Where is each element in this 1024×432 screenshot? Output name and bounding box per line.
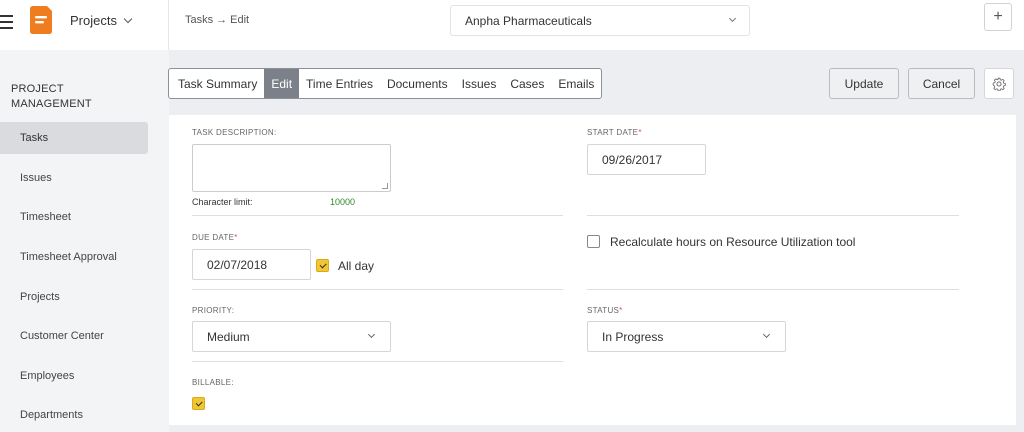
breadcrumb-arrow-icon: → — [216, 14, 228, 26]
required-marker: * — [234, 233, 238, 242]
module-switcher[interactable]: Projects — [70, 13, 133, 28]
sidebar-item-departments[interactable]: Departments — [0, 399, 148, 431]
record-tabs: Task Summary Edit Time Entries Documents… — [168, 68, 603, 99]
sidebar-item-label: Issues — [20, 172, 52, 184]
sidebar-item-label: Tasks — [20, 132, 49, 144]
tab-time-entries[interactable]: Time Entries — [299, 69, 380, 98]
sidebar-item-employees[interactable]: Employees — [0, 360, 148, 392]
sidebar-item-timesheet[interactable]: Timesheet — [0, 201, 148, 233]
tab-emails[interactable]: Emails — [551, 69, 601, 98]
sidebar-item-issues[interactable]: Issues — [0, 162, 148, 194]
start-date-value: 09/26/2017 — [602, 152, 663, 167]
status-value: In Progress — [602, 329, 664, 344]
required-marker: * — [638, 128, 642, 137]
billable-label: BILLABLE: — [192, 378, 234, 387]
resize-handle-icon[interactable] — [382, 183, 388, 189]
sidebar-item-label: Departments — [20, 409, 83, 421]
divider — [192, 215, 563, 216]
due-date-label: DUE DATE* — [192, 233, 238, 242]
top-bar: Projects Tasks → Edit Anpha Pharmaceutic… — [0, 0, 1024, 50]
task-description-label: TASK DESCRIPTION: — [192, 128, 277, 137]
module-label: Projects — [70, 13, 117, 28]
company-select[interactable]: Anpha Pharmaceuticals — [450, 5, 750, 36]
sidebar-item-label: Employees — [20, 370, 75, 382]
start-date-label: START DATE* — [587, 128, 642, 137]
tab-edit[interactable]: Edit — [264, 69, 300, 98]
sidebar-item-tasks[interactable]: Tasks — [0, 122, 148, 154]
chevron-down-icon — [762, 330, 771, 339]
divider — [587, 289, 959, 290]
sidebar-item-customer-center[interactable]: Customer Center — [0, 320, 148, 352]
required-marker: * — [619, 306, 623, 315]
breadcrumb-current: Edit — [230, 14, 250, 26]
tab-issues[interactable]: Issues — [455, 69, 504, 98]
due-date-input[interactable]: 02/07/2018 — [192, 249, 311, 280]
company-select-value: Anpha Pharmaceuticals — [465, 13, 592, 28]
divider — [192, 289, 563, 290]
divider — [192, 361, 563, 362]
recalculate-hours-label: Recalculate hours on Resource Utilizatio… — [610, 235, 856, 249]
update-button[interactable]: Update — [829, 68, 899, 99]
breadcrumb-tasks-link[interactable]: Tasks — [185, 14, 213, 26]
sidebar-item-projects[interactable]: Projects — [0, 281, 148, 313]
gear-icon — [992, 77, 1006, 91]
sidebar-title: PROJECT MANAGEMENT — [11, 83, 92, 110]
checkmark-icon — [319, 261, 326, 268]
start-date-label-text: START DATE — [587, 128, 639, 137]
divider — [587, 215, 959, 216]
chevron-down-icon — [728, 14, 737, 23]
sidebar-item-timesheet-approval[interactable]: Timesheet Approval — [0, 241, 148, 273]
task-description-textarea[interactable] — [192, 144, 391, 192]
recalculate-hours-checkbox[interactable] — [587, 235, 600, 248]
billable-checkbox[interactable] — [192, 397, 205, 410]
sidebar-item-label: Timesheet Approval — [20, 251, 117, 263]
sidebar-item-label: Customer Center — [20, 330, 104, 342]
task-edit-form: TASK DESCRIPTION: Character limit: 10000… — [169, 115, 1016, 425]
priority-label: PRIORITY: — [192, 306, 235, 315]
status-select[interactable]: In Progress — [587, 321, 786, 352]
menu-icon[interactable] — [0, 15, 14, 29]
char-limit-value: 10000 — [330, 197, 356, 207]
sidebar: PROJECT MANAGEMENT Tasks Issues Timeshee… — [0, 50, 169, 432]
cancel-button[interactable]: Cancel — [908, 68, 975, 99]
tab-cases[interactable]: Cases — [503, 69, 551, 98]
char-limit-label: Character limit: — [192, 197, 253, 207]
priority-value: Medium — [207, 329, 250, 344]
sidebar-item-label: Timesheet — [20, 211, 71, 223]
sidebar-item-label: Projects — [20, 291, 60, 303]
app-logo-icon[interactable] — [30, 6, 52, 34]
chevron-down-icon — [123, 14, 133, 23]
tab-documents[interactable]: Documents — [380, 69, 455, 98]
due-date-label-text: DUE DATE — [192, 233, 235, 242]
all-day-checkbox[interactable] — [316, 259, 329, 272]
priority-select[interactable]: Medium — [192, 321, 391, 352]
chevron-down-icon — [367, 330, 376, 339]
tab-task-summary[interactable]: Task Summary — [169, 69, 264, 98]
status-label-text: STATUS — [587, 306, 620, 315]
due-date-value: 02/07/2018 — [207, 257, 268, 272]
start-date-input[interactable]: 09/26/2017 — [587, 144, 706, 175]
breadcrumb: Tasks → Edit — [185, 14, 249, 26]
add-button[interactable]: + — [984, 3, 1012, 31]
settings-button[interactable] — [984, 68, 1014, 99]
status-label: STATUS* — [587, 306, 623, 315]
top-bar-brand-area: Projects — [0, 0, 169, 50]
checkmark-icon — [195, 399, 202, 406]
all-day-label: All day — [338, 259, 375, 273]
